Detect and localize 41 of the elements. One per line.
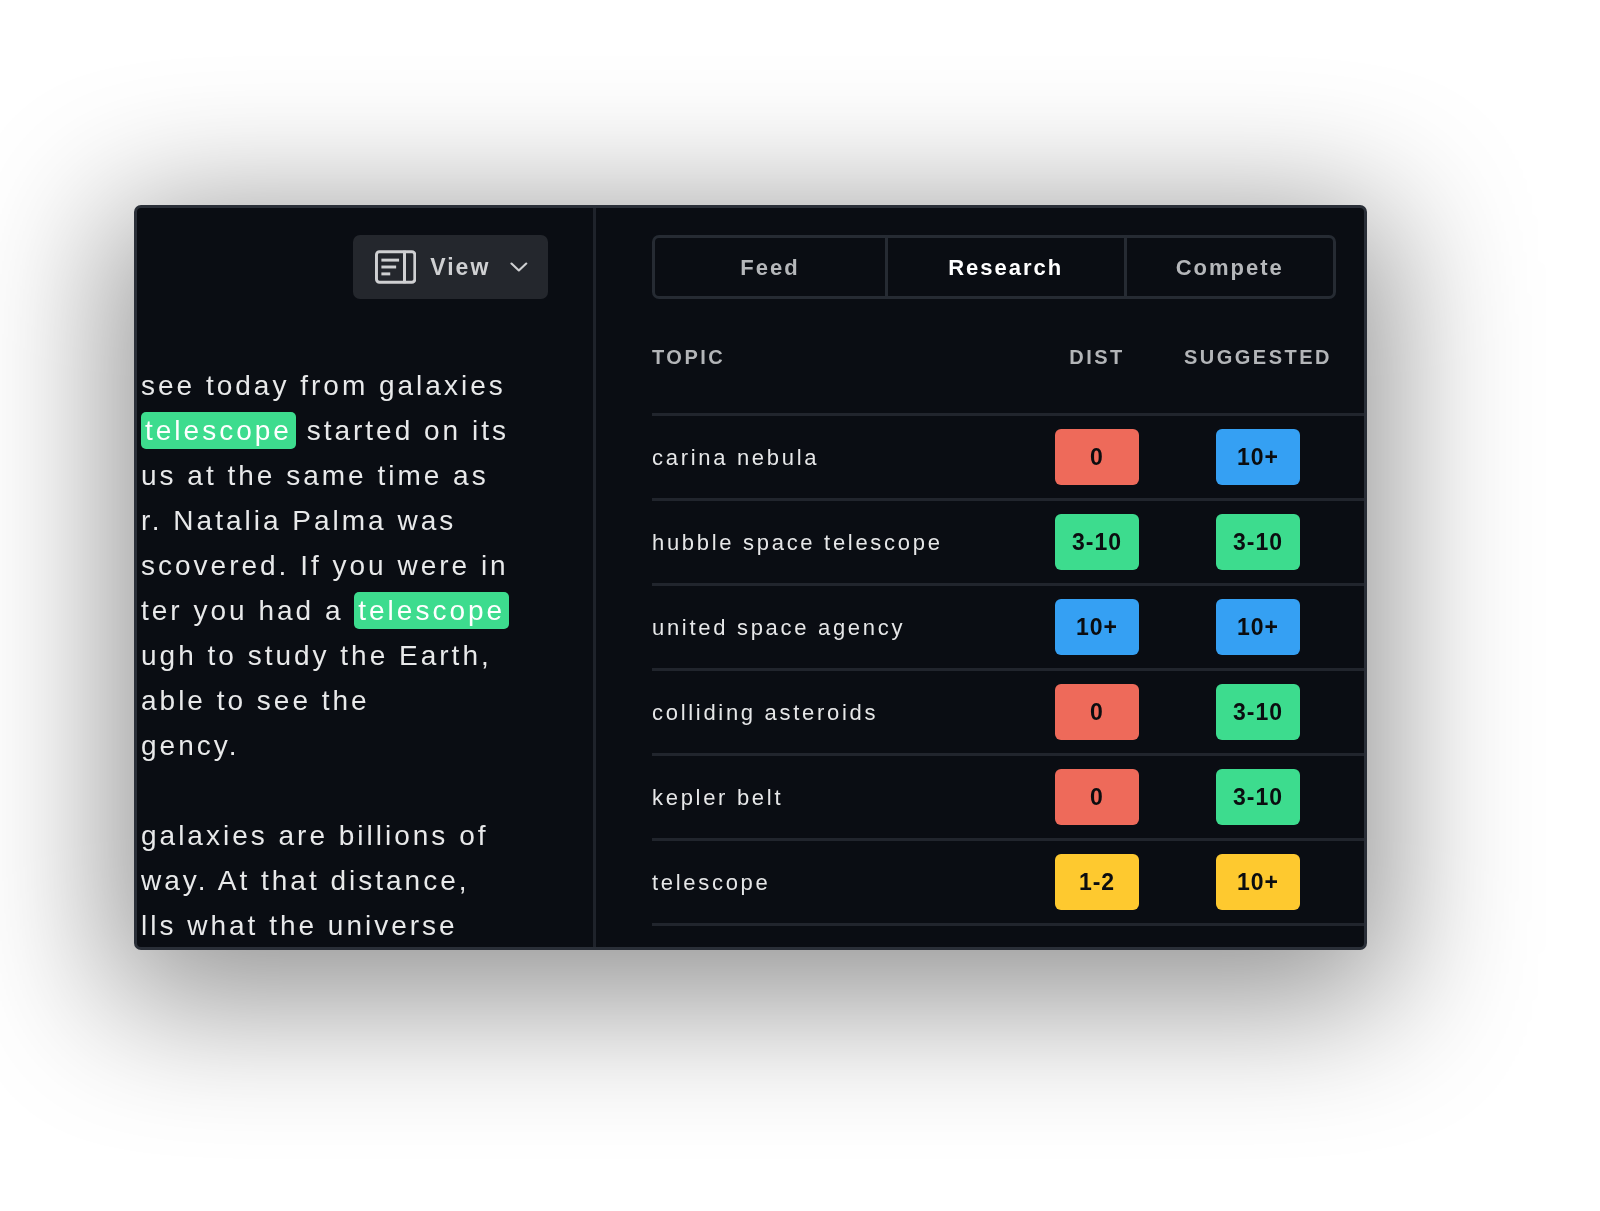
distance-badge: 0	[1055, 769, 1139, 825]
article-text: r. Natalia Palma was	[141, 505, 457, 536]
article-text: gency.	[141, 730, 240, 761]
layout-icon	[375, 250, 417, 284]
article-text: able to see the	[141, 685, 370, 716]
article-text: us at the same time as	[141, 460, 489, 491]
view-button[interactable]: View	[353, 235, 548, 299]
highlighted-keyword: telescope	[141, 412, 296, 449]
article-text: started on its	[306, 415, 509, 446]
topic-text: colliding asteroids	[652, 698, 880, 727]
article-text: lls what the universe	[141, 910, 458, 941]
suggested-badge: 3-10	[1216, 684, 1300, 740]
column-header: DIST	[1069, 345, 1125, 370]
suggested-badge: 10+	[1216, 854, 1300, 910]
column-header: TOPIC	[652, 345, 727, 370]
topic-text: united space agency	[652, 613, 907, 642]
segment-tab[interactable]: Feed	[655, 238, 885, 296]
topic-text: telescope	[652, 868, 772, 897]
distance-badge: 0	[1055, 684, 1139, 740]
segment-tab[interactable]: Compete	[1123, 238, 1333, 296]
article-text: galaxies are billions of	[141, 820, 489, 851]
topic-text: carina nebula	[652, 443, 821, 472]
article-text: ugh to study the Earth,	[141, 640, 492, 671]
suggested-badge: 10+	[1216, 429, 1300, 485]
distance-badge: 1-2	[1055, 854, 1139, 910]
suggested-badge: 10+	[1216, 599, 1300, 655]
article-text: way. At that distance,	[141, 865, 470, 896]
distance-badge: 0	[1055, 429, 1139, 485]
highlighted-keyword: telescope	[354, 592, 510, 629]
suggested-badge: 3-10	[1216, 769, 1300, 825]
topic-text: hubble space telescope	[652, 528, 944, 557]
chevron-down-icon	[510, 262, 528, 272]
column-header: SUGGESTED	[1183, 345, 1333, 370]
suggested-badge: 3-10	[1216, 514, 1300, 570]
segment-tab[interactable]: Research	[884, 238, 1124, 296]
topic-text: kepler belt	[652, 783, 785, 812]
distance-badge: 3-10	[1055, 514, 1139, 570]
article-text: see today from galaxies	[141, 370, 506, 401]
article-text: scovered. If you were in	[141, 550, 509, 581]
distance-badge: 10+	[1055, 599, 1139, 655]
article-text: ter you had a	[141, 595, 344, 626]
